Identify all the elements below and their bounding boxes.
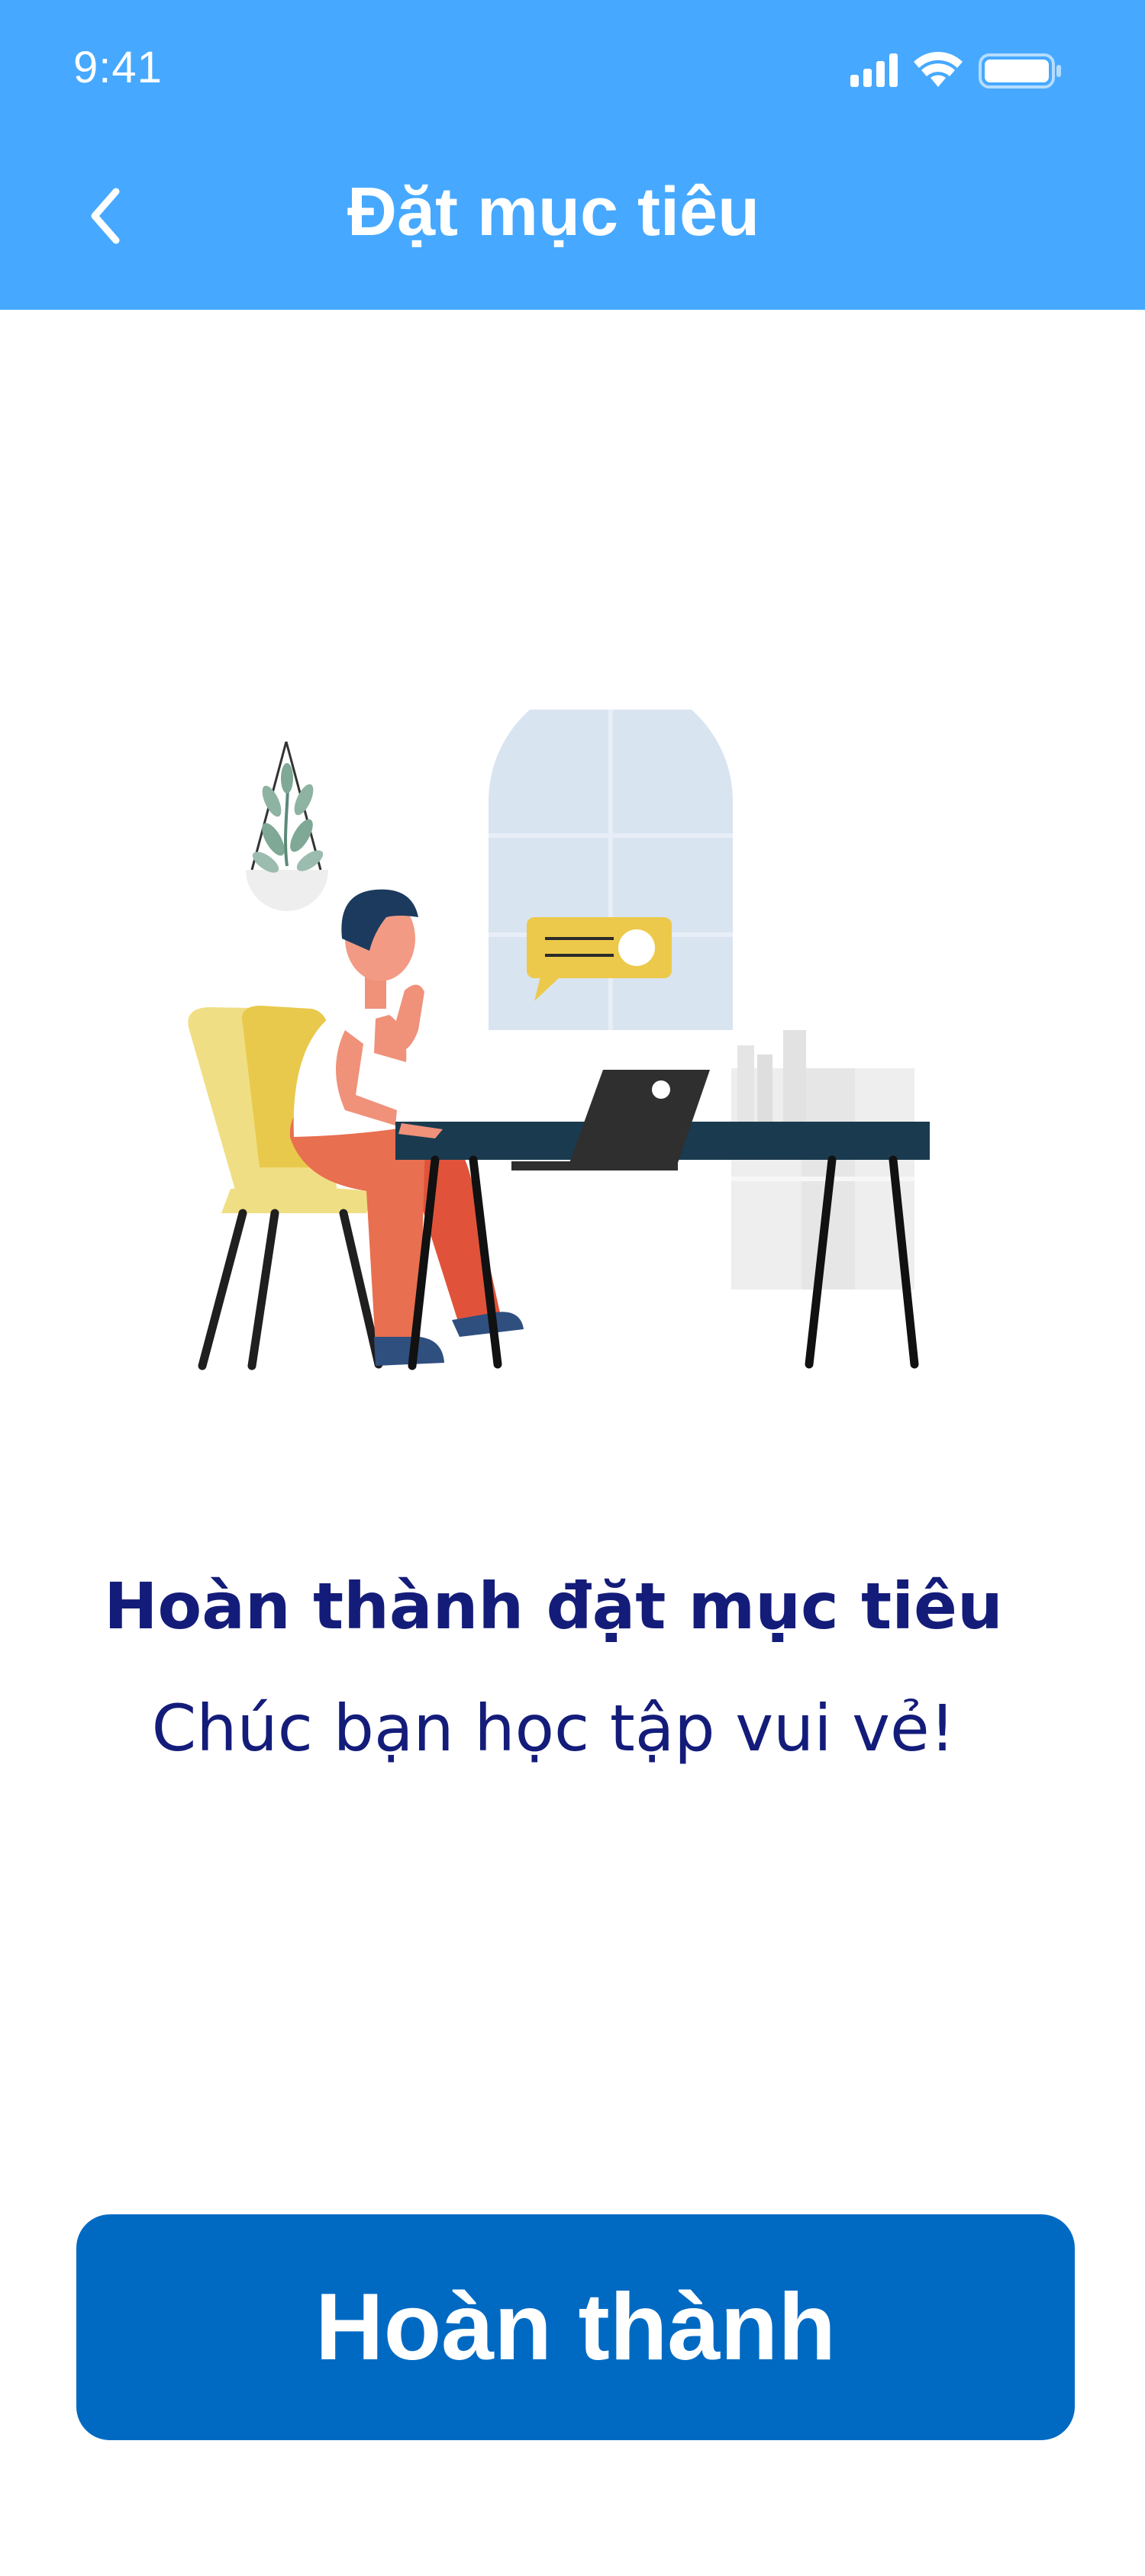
completion-headline: Hoàn thành đặt mục tiêu bbox=[104, 1569, 1003, 1644]
complete-button[interactable]: Hoàn thành bbox=[76, 2214, 1075, 2440]
person-working-at-laptop-illustration bbox=[188, 710, 930, 1370]
signal-icon bbox=[850, 53, 898, 87]
completion-subline: Chúc bạn học tập vui vẻ! bbox=[151, 1691, 956, 1766]
hanging-plant-graphic bbox=[246, 741, 328, 911]
status-bar-icons bbox=[850, 52, 1061, 89]
status-bar-time: 9:41 bbox=[73, 43, 163, 92]
page-title: Đặt mục tiêu bbox=[347, 174, 760, 250]
battery-icon bbox=[979, 53, 1061, 89]
top-app-bar: 9:41 Đặt mục tiêu bbox=[0, 0, 1145, 310]
wifi-icon bbox=[914, 52, 963, 87]
window-graphic bbox=[489, 710, 733, 1030]
